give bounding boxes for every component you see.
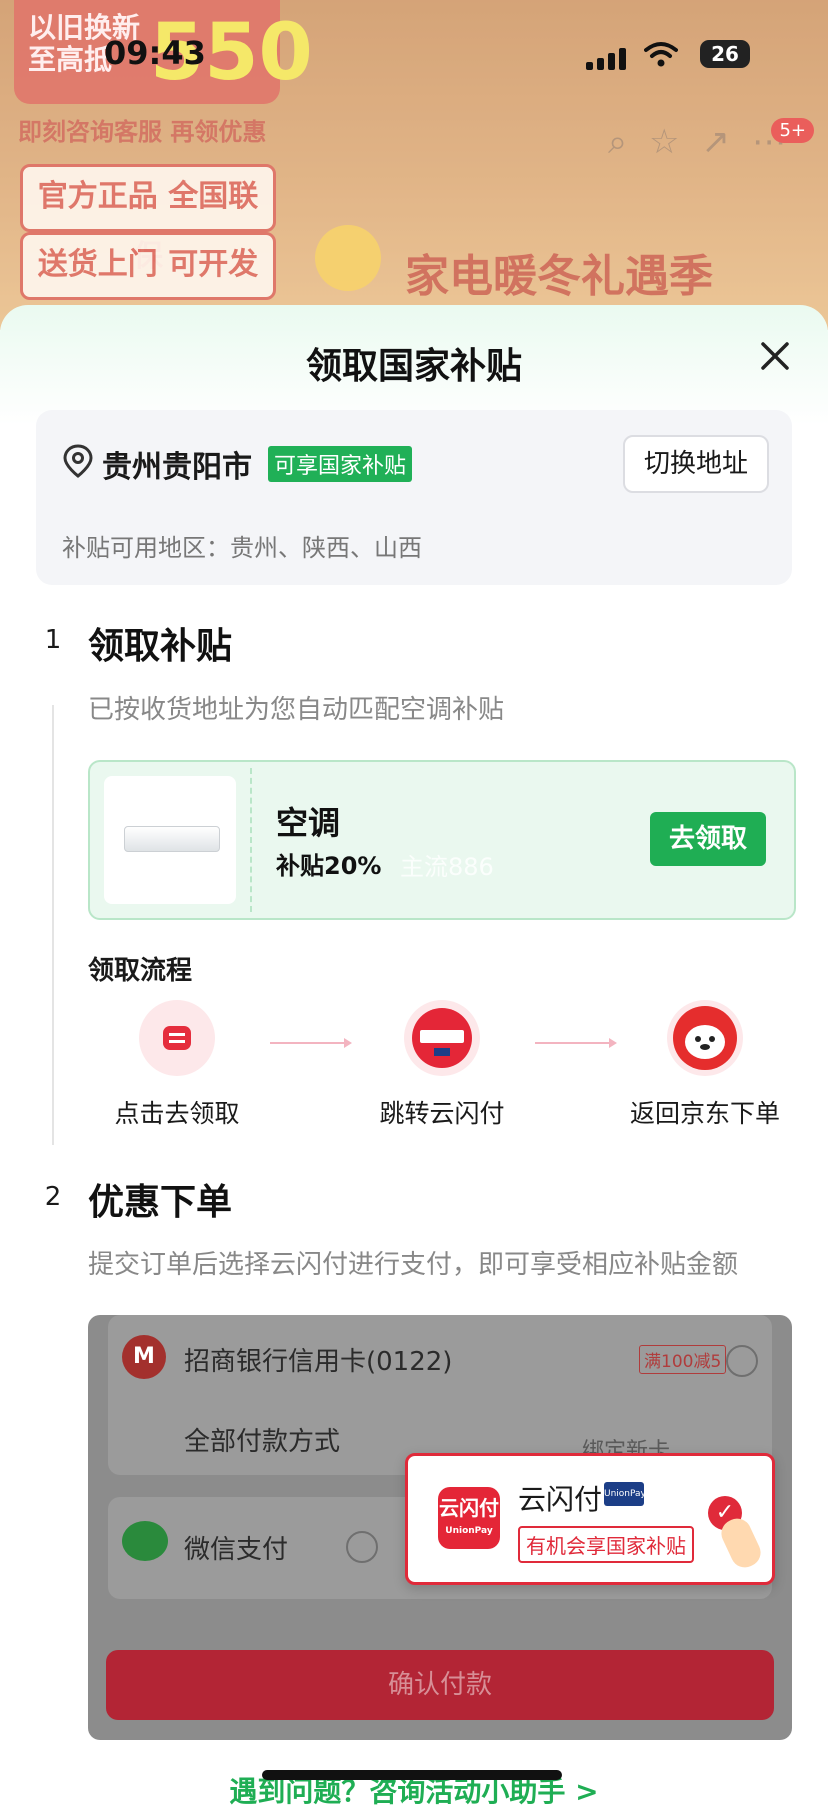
location-pin-icon xyxy=(62,444,94,478)
unionpay-mini-logo-icon: UnionPay 银联 xyxy=(604,1482,646,1523)
step-1-number: 1 xyxy=(44,625,62,655)
flow-step-label: 跳转云闪付 xyxy=(379,1099,505,1128)
step-2-number: 2 xyxy=(44,1182,62,1212)
step-1-desc: 已按收货地址为您自动匹配空调补贴 xyxy=(88,695,505,725)
step-2-title: 优惠下单 xyxy=(88,1182,233,1223)
cellular-signal-icon xyxy=(586,48,628,70)
unionpay-option-callout: 云闪付 UnionPay 云闪付 UnionPay 银联 有机会享国家补贴 ✓ xyxy=(405,1453,775,1585)
coupon-rate: 补贴20% xyxy=(276,852,382,880)
wifi-icon xyxy=(644,40,678,75)
flow-step-label: 返回京东下单 xyxy=(629,1099,780,1128)
claim-icon xyxy=(139,1000,215,1076)
wechat-pay-icon xyxy=(122,1521,168,1561)
bank-card-option: M 招商银行信用卡(0122) 满100减5 全部付款方式 绑定新卡 xyxy=(108,1315,772,1475)
flow-step-claim: 点击去领取 xyxy=(87,1000,267,1130)
watermark-text: 主流886 xyxy=(400,853,494,881)
sheet-title: 领取国家补贴 xyxy=(305,346,522,387)
unionpay-app-icon: 云闪付 UnionPay xyxy=(438,1487,500,1549)
battery-indicator: 26 xyxy=(700,40,750,68)
cmb-bank-logo-icon: M xyxy=(122,1335,166,1379)
step-2-desc: 提交订单后选择云闪付进行支付，即可享受相应补贴金额 xyxy=(88,1250,739,1280)
available-regions: 补贴可用地区：贵州、陕西、山西 xyxy=(62,534,422,562)
air-conditioner-image xyxy=(104,776,236,904)
status-time: 09:43 xyxy=(104,34,206,72)
bank-promo-tag: 满100减5 xyxy=(639,1345,727,1374)
coupon-divider xyxy=(250,768,252,912)
confirm-payment-button: 确认付款 xyxy=(106,1650,774,1720)
switch-address-button[interactable]: 切换地址 xyxy=(623,435,769,493)
flow-step-unionpay: 跳转云闪付 xyxy=(352,1000,532,1130)
eligibility-tag: 可享国家补贴 xyxy=(268,446,413,482)
step-connector-line xyxy=(52,705,54,1145)
ac-subsidy-coupon: 空调 补贴20% 主流886 去领取 xyxy=(88,760,796,920)
flow-step-label: 点击去领取 xyxy=(114,1099,240,1128)
address-card: 贵州贵阳市 可享国家补贴 切换地址 补贴可用地区：贵州、陕西、山西 xyxy=(36,410,792,585)
flow-arrow-icon xyxy=(270,1038,352,1048)
close-icon[interactable] xyxy=(754,335,796,377)
home-indicator xyxy=(262,1770,562,1780)
unionpay-quickpass-icon xyxy=(404,1000,480,1076)
wechat-radio xyxy=(346,1531,378,1563)
status-bar: 09:43 26 xyxy=(0,0,828,100)
address-city: 贵州贵阳市 xyxy=(102,450,252,485)
bank-card-radio xyxy=(726,1345,758,1377)
flow-title: 领取流程 xyxy=(88,956,193,986)
coupon-product-name: 空调 xyxy=(276,804,341,842)
unionpay-subsidy-tag: 有机会享国家补贴 xyxy=(518,1526,694,1563)
wechat-pay-label: 微信支付 xyxy=(184,1535,289,1565)
flow-arrow-icon xyxy=(535,1038,617,1048)
jd-mascot-icon xyxy=(667,1000,743,1076)
all-methods-label: 全部付款方式 xyxy=(184,1427,341,1457)
flow-step-return-jd: 返回京东下单 xyxy=(615,1000,795,1130)
claim-button[interactable]: 去领取 xyxy=(650,812,766,866)
bank-card-label: 招商银行信用卡(0122) xyxy=(184,1347,453,1377)
step-1-title: 领取补贴 xyxy=(88,626,233,667)
unionpay-name: 云闪付 xyxy=(518,1483,603,1516)
